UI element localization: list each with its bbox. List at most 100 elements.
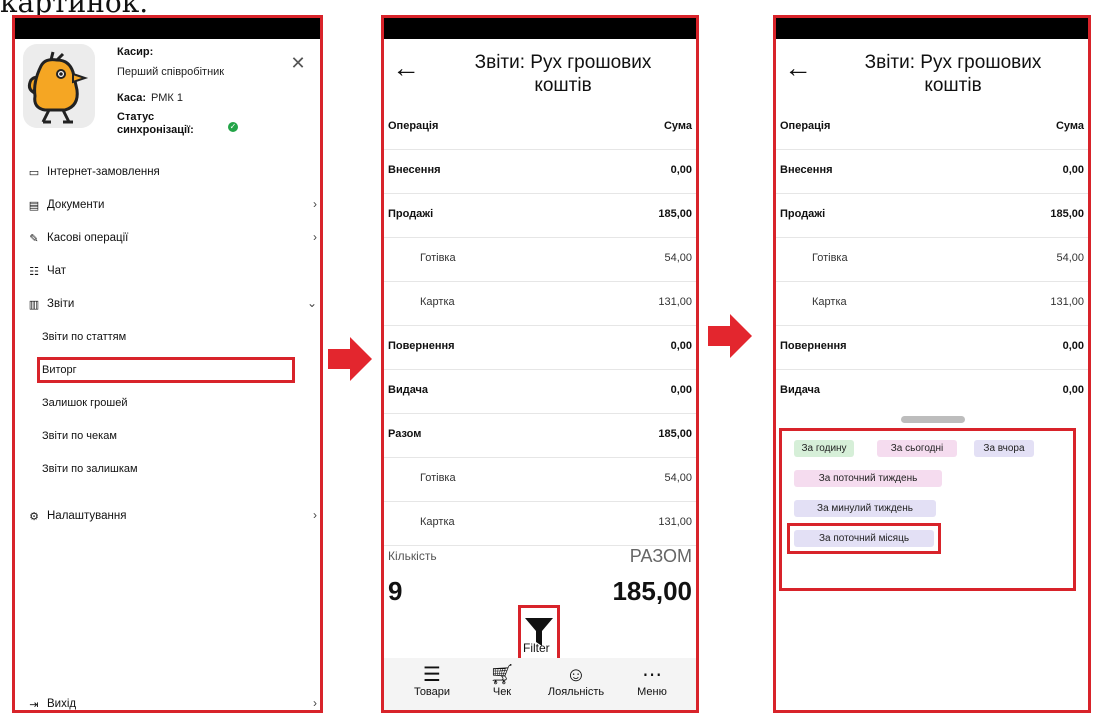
sub-item-cash-balance[interactable]: Залишок грошей [42, 394, 292, 412]
menu-item-label: Чат [47, 265, 67, 277]
nav-label: Чек [492, 686, 512, 698]
col-operation: Операція [388, 120, 439, 132]
total-value: 185,00 [612, 576, 692, 606]
document-icon: ▤ [28, 199, 40, 212]
menu-item-exit[interactable]: ⇥ Вихід › [27, 694, 317, 711]
table-header: Операція Сума [776, 106, 1088, 150]
cash-operations-icon: ✎ [29, 232, 39, 245]
table-row: Видача 0,00 [780, 384, 1084, 396]
sync-label-line2: синхронізації: [117, 124, 194, 136]
menu-item-label: Касові операції [47, 232, 129, 244]
nav-label: Товари [413, 686, 451, 698]
title-line-2: коштів [534, 75, 592, 96]
nav-receipt[interactable]: 🛒︎ Чек [472, 664, 532, 698]
nav-loyalty[interactable]: ☺ Лояльність [546, 664, 606, 698]
total-label: РАЗОМ [629, 546, 692, 566]
sync-label-line1: Статус [117, 111, 155, 123]
nav-label: Лояльність [547, 686, 605, 698]
chip-current-week[interactable]: За поточний тиждень [794, 470, 942, 487]
col-sum: Сума [1055, 120, 1084, 132]
sub-item-label: Залишок грошей [42, 397, 128, 409]
sub-item-stock-reports[interactable]: Звіти по залишкам [42, 460, 292, 478]
chip-label: За годину [801, 443, 847, 454]
arrow-right-icon [708, 314, 752, 358]
app-logo [23, 44, 95, 128]
menu-item-label: Інтернет-замовлення [47, 166, 160, 178]
menu-item-label: Звіти [47, 298, 75, 310]
sub-item-label: Звіти по статтям [42, 331, 127, 343]
gear-icon: ⚙ [29, 510, 39, 523]
table-row: Картка 131,00 [776, 282, 1088, 326]
count-label: Кількість [388, 549, 437, 563]
table-row: Готівка 54,00 [384, 458, 696, 502]
filter-label: Filter [523, 641, 550, 655]
sheet-drag-handle[interactable] [901, 416, 965, 423]
table-row: Внесення 0,00 [776, 150, 1088, 194]
register-value: РМК 1 [151, 92, 183, 104]
sub-item-reports-by-articles[interactable]: Звіти по статтям [42, 328, 292, 346]
chip-label: За минулий тиждень [817, 503, 913, 514]
status-bar [15, 18, 320, 39]
table-row: Картка 131,00 [384, 282, 696, 326]
nav-menu[interactable]: ⋯ Меню [622, 664, 682, 698]
close-icon[interactable]: ✕ [289, 54, 307, 72]
menu-item-settings[interactable]: ⚙ Налаштування › [27, 506, 317, 526]
nav-products[interactable]: ☰ Товари [402, 664, 462, 698]
chip-today[interactable]: За сьогодні [877, 440, 957, 457]
list-icon: ☰ [423, 664, 441, 686]
menu-item-documents[interactable]: ▤ Документи › [27, 195, 317, 215]
register-label: Каса: [117, 92, 146, 104]
col-operation: Операція [780, 120, 831, 132]
status-bar [776, 18, 1088, 39]
current-month-highlight [787, 523, 941, 554]
user-circle-icon: ☺ [565, 664, 587, 686]
page-title: Звіти: Рух грошових коштів [448, 51, 678, 97]
table-row: Разом 185,00 [384, 414, 696, 458]
menu-item-internet-orders[interactable]: ▭ Інтернет-замовлення [27, 162, 317, 182]
arrow-right-icon [328, 337, 372, 381]
col-sum: Сума [663, 120, 692, 132]
bottom-nav: ☰ Товари 🛒︎ Чек ☺ Лояльність ⋯ Меню [384, 658, 696, 710]
cart-icon: 🛒︎ [489, 664, 515, 686]
cashier-label: Касир: [117, 46, 154, 58]
table-row: Готівка 54,00 [384, 238, 696, 282]
sub-item-label: Звіти по залишкам [42, 463, 138, 475]
reports-icon: ▥ [28, 298, 40, 311]
cashier-value: Перший співробітник [117, 66, 225, 78]
laptop-icon: ▭ [28, 166, 40, 179]
exit-icon: ⇥ [29, 698, 39, 711]
back-arrow-icon[interactable]: ← [784, 54, 812, 82]
table-row: Продажі 185,00 [776, 194, 1088, 238]
page-title: Звіти: Рух грошових коштів [838, 51, 1068, 97]
table-row: Продажі 185,00 [384, 194, 696, 238]
menu-item-label: Документи [47, 199, 105, 211]
title-line-1: Звіти: Рух грошових [864, 52, 1042, 73]
report-filter-screen: ← Звіти: Рух грошових коштів Операція Су… [773, 15, 1091, 713]
revenue-highlight [37, 357, 295, 383]
chip-last-week[interactable]: За минулий тиждень [794, 500, 936, 517]
menu-item-reports[interactable]: ▥ Звіти ⌄ [27, 294, 317, 314]
chip-yesterday[interactable]: За вчора [974, 440, 1034, 457]
filter-button[interactable]: Filter [518, 605, 560, 662]
chip-label: За поточний тиждень [818, 473, 918, 484]
table-header: Операція Сума [384, 106, 696, 150]
chevron-right-icon: › [313, 508, 317, 522]
menu-item-chat[interactable]: ☷ Чат [27, 261, 317, 281]
sync-ok-icon: ✓ [228, 122, 238, 132]
table-row: Видача 0,00 [384, 370, 696, 414]
table-row: Повернення 0,00 [776, 326, 1088, 370]
back-arrow-icon[interactable]: ← [392, 54, 420, 82]
filter-sheet: За годину За сьогодні За вчора За поточн… [779, 428, 1076, 591]
menu-item-label: Налаштування [47, 510, 127, 522]
chip-last-hour[interactable]: За годину [794, 440, 854, 457]
table-row: Картка 131,00 [384, 502, 696, 546]
menu-item-cash-operations[interactable]: ✎ Касові операції › [27, 228, 317, 248]
chevron-right-icon: › [313, 197, 317, 211]
menu-screen: Касир: Перший співробітник ✕ Каса: РМК 1… [12, 15, 323, 713]
title-line-1: Звіти: Рух грошових [474, 52, 652, 73]
table-row: Готівка 54,00 [776, 238, 1088, 282]
chevron-right-icon: › [313, 230, 317, 244]
table-row: Внесення 0,00 [384, 150, 696, 194]
chip-label: За сьогодні [890, 443, 944, 454]
sub-item-receipt-reports[interactable]: Звіти по чекам [42, 427, 292, 445]
